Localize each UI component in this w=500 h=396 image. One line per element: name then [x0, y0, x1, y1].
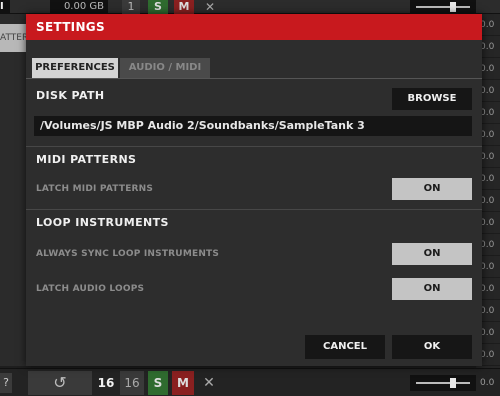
mute-button[interactable]: M: [172, 371, 194, 395]
slider-knob[interactable]: [450, 2, 456, 12]
volume-slider[interactable]: [410, 0, 476, 14]
midi-patterns-heading: MIDI PATTERNS: [36, 153, 137, 166]
close-icon[interactable]: ✕: [198, 371, 220, 395]
slider-track: [416, 6, 470, 8]
tab-preferences[interactable]: PREFERENCES: [32, 58, 118, 78]
current-part-number: 16: [97, 376, 115, 390]
ok-button[interactable]: OK: [392, 335, 472, 359]
close-icon[interactable]: ✕: [200, 0, 220, 14]
disk-usage-label: 0.00 GB: [50, 0, 108, 14]
browse-button[interactable]: BROWSE: [392, 88, 472, 110]
settings-dialog: SETTINGS PREFERENCES AUDIO / MIDI DISK P…: [26, 14, 482, 366]
cancel-button[interactable]: CANCEL: [305, 335, 385, 359]
top-track-strip: I 0.00 GB 1 S M ✕: [0, 0, 500, 14]
latch-midi-patterns-toggle[interactable]: ON: [392, 178, 472, 200]
disk-path-heading: DISK PATH: [36, 89, 105, 102]
latch-audio-loops-label: LATCH AUDIO LOOPS: [36, 284, 145, 294]
help-button[interactable]: ?: [0, 373, 12, 393]
latch-audio-loops-toggle[interactable]: ON: [392, 278, 472, 300]
mute-button[interactable]: M: [174, 0, 194, 14]
latch-midi-patterns-label: LATCH MIDI PATTERNS: [36, 184, 154, 194]
channel-number-button[interactable]: 1: [122, 0, 140, 14]
dialog-title: SETTINGS: [26, 14, 482, 40]
always-sync-loop-toggle[interactable]: ON: [392, 243, 472, 265]
bottom-track-strip: ? ↺ 16 16 S M ✕ 0.0: [0, 368, 500, 396]
track-name-label: I: [0, 0, 10, 14]
channel-number-button[interactable]: 16: [120, 371, 144, 395]
solo-button[interactable]: S: [148, 371, 168, 395]
disk-path-field[interactable]: /Volumes/JS MBP Audio 2/Soundbanks/Sampl…: [34, 116, 472, 136]
always-sync-loop-label: ALWAYS SYNC LOOP INSTRUMENTS: [36, 249, 220, 259]
section-divider: [26, 146, 482, 147]
slider-track: [416, 382, 470, 384]
left-panel: ATTERN: [0, 14, 26, 366]
solo-button[interactable]: S: [148, 0, 168, 14]
tab-audio-midi[interactable]: AUDIO / MIDI: [120, 58, 210, 78]
undo-icon[interactable]: ↺: [28, 371, 92, 395]
volume-slider[interactable]: [410, 375, 476, 391]
value-readout: 0.0: [480, 378, 495, 388]
slider-knob[interactable]: [450, 378, 456, 388]
tab-divider: [26, 78, 482, 79]
loop-instruments-heading: LOOP INSTRUMENTS: [36, 216, 169, 229]
section-divider: [26, 209, 482, 210]
patterns-tab[interactable]: ATTERN: [0, 24, 26, 52]
